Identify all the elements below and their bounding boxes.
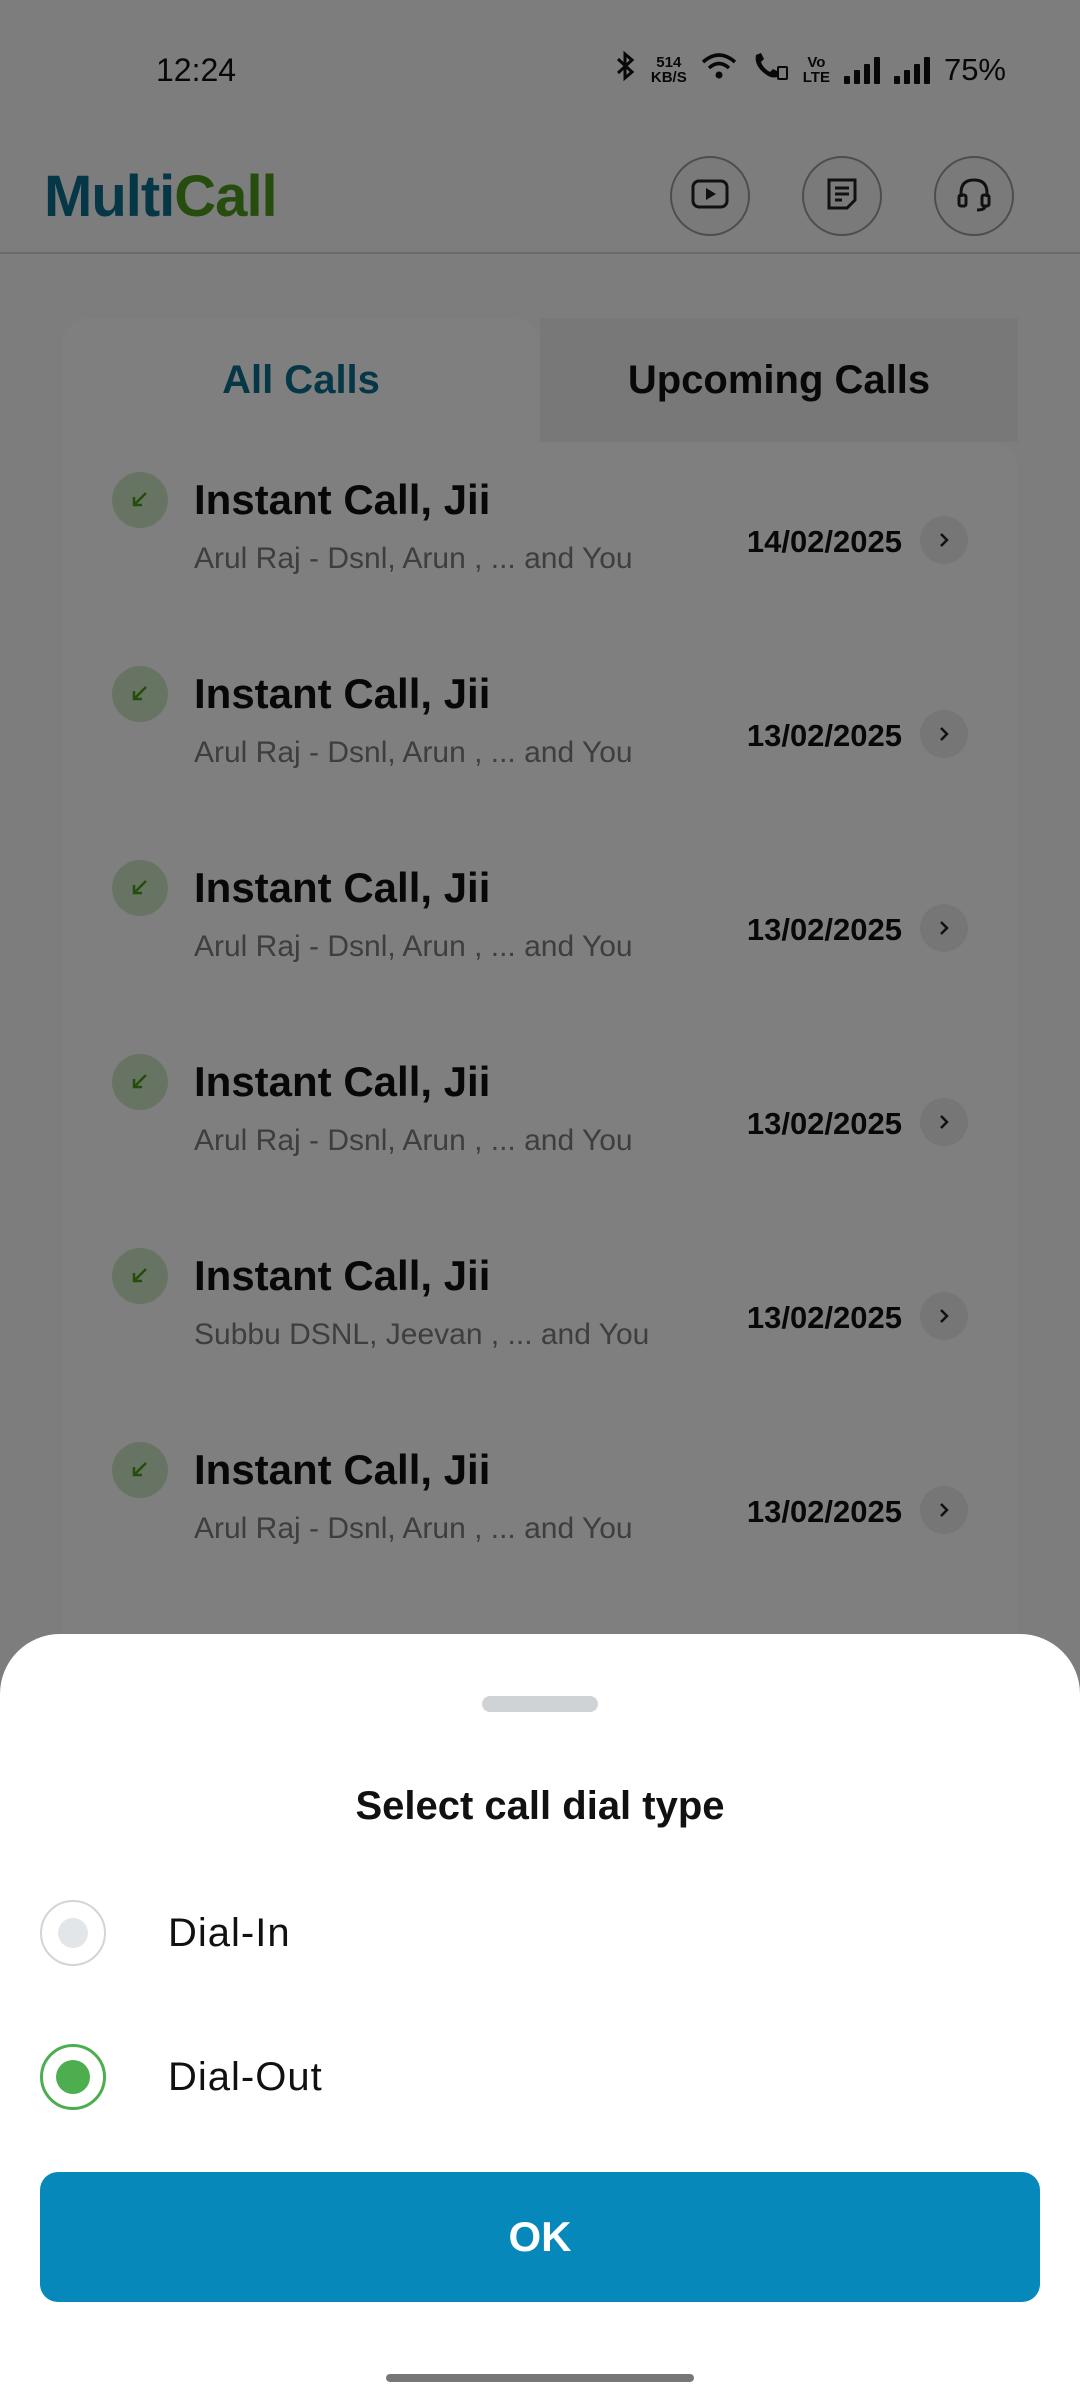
dial-in-label: Dial-In (168, 1910, 291, 1955)
dial-out-radio[interactable] (40, 2044, 106, 2110)
dial-out-label: Dial-Out (168, 2054, 323, 2099)
dial-type-bottom-sheet: Select call dial type Dial-In Dial-Out O… (0, 1634, 1080, 2400)
option-dial-in[interactable]: Dial-In (40, 1898, 291, 1968)
ok-button[interactable]: OK (40, 2172, 1040, 2302)
option-dial-out[interactable]: Dial-Out (40, 2042, 323, 2112)
screen: 12:24 514 KB/S Vo LTE (0, 0, 1080, 2400)
dial-in-radio[interactable] (40, 1900, 106, 1966)
sheet-drag-handle[interactable] (482, 1696, 598, 1712)
sheet-title: Select call dial type (355, 1784, 725, 1828)
home-indicator[interactable] (386, 2374, 694, 2382)
